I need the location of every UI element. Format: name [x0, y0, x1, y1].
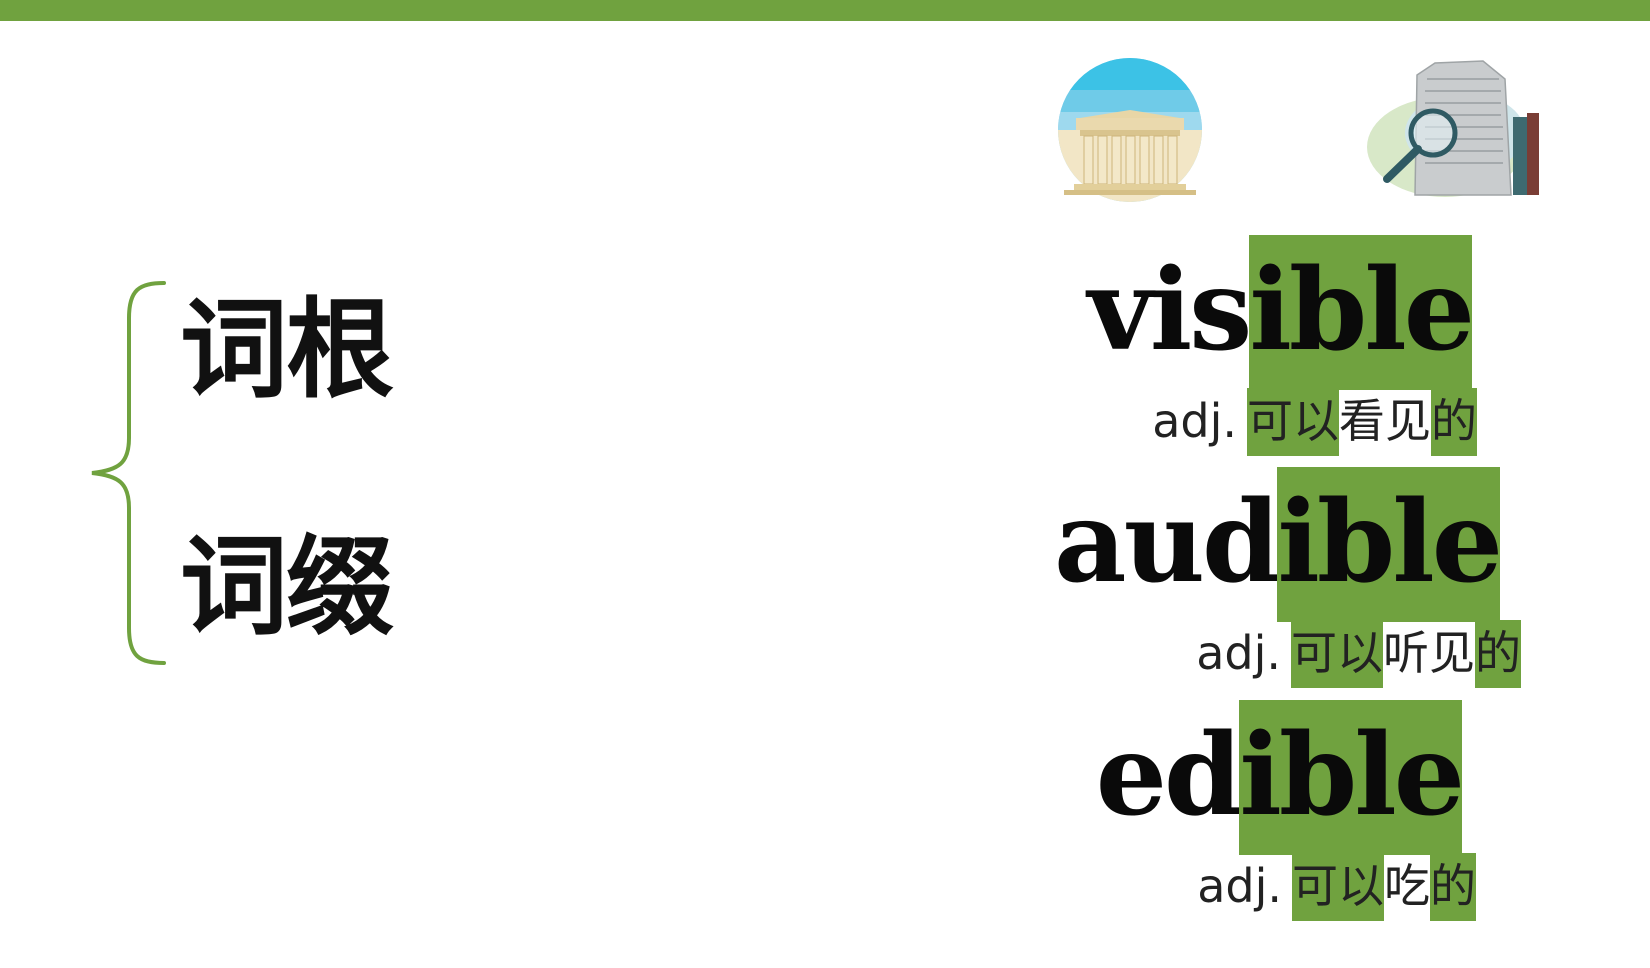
gloss-highlight: 的 [1431, 388, 1477, 456]
affix-term: 词缀 [180, 524, 394, 650]
gloss-edible: adj. 可以吃的 [1197, 850, 1476, 921]
curly-brace [91, 281, 166, 665]
gloss-highlight: 的 [1475, 620, 1521, 688]
gloss-highlight: 可以 [1247, 388, 1339, 456]
word-suffix-highlight: ible [1249, 235, 1475, 390]
word-suffix-highlight: ible [1239, 700, 1465, 855]
word-card-edible: edible adj. 可以吃的 [1096, 700, 1476, 921]
parthenon-temple-icon [1058, 58, 1202, 202]
part-of-speech: adj. [1197, 859, 1282, 913]
gloss-highlight: 可以 [1292, 853, 1384, 921]
gloss-meaning: 听见 [1383, 626, 1475, 680]
gloss-audible: adj. 可以听见的 [1196, 617, 1521, 688]
word-card-visible: visible adj. 可以看见的 [1060, 235, 1477, 456]
inscribed-stone-tablet-with-magnifier-icon [1367, 60, 1539, 197]
word-stem: vis [1087, 245, 1253, 376]
word-stem: aud [1054, 477, 1280, 608]
part-of-speech: adj. [1196, 626, 1281, 680]
word-stem: ed [1095, 710, 1243, 841]
word-suffix-highlight: ible [1277, 467, 1503, 622]
gloss-meaning: 看见 [1339, 394, 1431, 448]
gloss-visible: adj. 可以看见的 [1152, 385, 1477, 456]
word-edible: edible [1096, 700, 1465, 855]
gloss-highlight: 可以 [1291, 620, 1383, 688]
root-term: 词根 [180, 287, 394, 413]
gloss-highlight: 的 [1430, 853, 1476, 921]
word-audible: audible [1054, 467, 1503, 622]
part-of-speech: adj. [1152, 394, 1237, 448]
word-visible: visible [1088, 235, 1475, 390]
word-card-audible: audible adj. 可以听见的 [1040, 467, 1521, 688]
gloss-meaning: 吃 [1384, 859, 1430, 913]
top-accent-bar [0, 0, 1650, 21]
